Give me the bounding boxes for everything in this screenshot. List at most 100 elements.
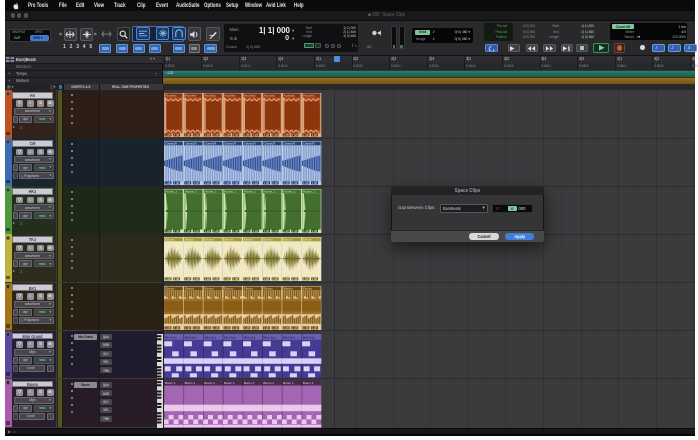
svg-text:Mini Gra: Mini Gra — [303, 335, 315, 339]
svg-text:Acoustic: Acoustic — [303, 94, 315, 98]
svg-text:Electro: Electro — [264, 286, 274, 290]
svg-text:1 dB: 1 dB — [194, 133, 200, 137]
svg-text:Electro: Electro — [204, 286, 214, 290]
svg-text:Electro: Electro — [283, 238, 293, 242]
svg-text:1 dB: 1 dB — [292, 181, 298, 185]
svg-text:House_1: House_1 — [283, 190, 295, 194]
svg-text:House_1: House_1 — [204, 190, 216, 194]
svg-text:1 dB: 1 dB — [264, 229, 270, 233]
svg-text:1 dB: 1 dB — [205, 229, 211, 233]
svg-text:1 dB: 1 dB — [303, 277, 309, 281]
svg-text:Boom 1: Boom 1 — [263, 381, 274, 385]
svg-text:House_1: House_1 — [264, 190, 276, 194]
svg-text:1 dB: 1 dB — [194, 326, 200, 330]
svg-text:1 dB: 1 dB — [174, 229, 180, 233]
svg-text:Acoustic: Acoustic — [244, 94, 256, 98]
svg-text:House_1: House_1 — [224, 190, 236, 194]
svg-text:ClassicR: ClassicR — [264, 142, 277, 146]
svg-text:Electro: Electro — [244, 238, 254, 242]
svg-text:1 dB: 1 dB — [185, 133, 191, 137]
svg-text:Acoustic: Acoustic — [185, 94, 197, 98]
svg-text:1 dB: 1 dB — [253, 181, 259, 185]
svg-text:ClassicR: ClassicR — [165, 142, 178, 146]
svg-text:Mini Gra: Mini Gra — [204, 335, 216, 339]
svg-text:Electro: Electro — [244, 286, 254, 290]
svg-text:Electro: Electro — [165, 238, 175, 242]
svg-text:1 dB: 1 dB — [312, 133, 318, 137]
svg-text:Electro: Electro — [204, 238, 214, 242]
svg-text:1 dB: 1 dB — [272, 326, 278, 330]
svg-text:1 dB: 1 dB — [292, 326, 298, 330]
svg-text:1 dB: 1 dB — [283, 326, 289, 330]
svg-text:1 dB: 1 dB — [244, 229, 250, 233]
svg-text:1 dB: 1 dB — [253, 133, 259, 137]
svg-text:Boom 1: Boom 1 — [283, 381, 294, 385]
svg-text:1 dB: 1 dB — [244, 181, 250, 185]
svg-text:1 dB: 1 dB — [253, 326, 259, 330]
svg-text:Boom 1: Boom 1 — [185, 381, 196, 385]
svg-text:Acoustic: Acoustic — [165, 94, 177, 98]
svg-text:1 dB: 1 dB — [244, 133, 250, 137]
svg-text:Boom 1: Boom 1 — [165, 381, 176, 385]
svg-text:1 dB: 1 dB — [292, 229, 298, 233]
svg-text:Electro: Electro — [224, 238, 234, 242]
svg-text:ClassicR: ClassicR — [224, 142, 237, 146]
svg-text:Electro: Electro — [303, 238, 313, 242]
svg-text:1 dB: 1 dB — [244, 326, 250, 330]
svg-text:Mini Gra: Mini Gra — [185, 335, 197, 339]
svg-text:1 dB: 1 dB — [205, 277, 211, 281]
svg-text:House_1: House_1 — [165, 190, 177, 194]
svg-text:1 dB: 1 dB — [303, 229, 309, 233]
svg-text:1 dB: 1 dB — [303, 326, 309, 330]
svg-text:1 dB: 1 dB — [233, 181, 239, 185]
svg-text:1 dB: 1 dB — [174, 181, 180, 185]
svg-text:Mini Gra: Mini Gra — [244, 335, 256, 339]
svg-text:1 dB: 1 dB — [233, 277, 239, 281]
svg-text:1 dB: 1 dB — [213, 229, 219, 233]
svg-text:Acoustic: Acoustic — [264, 94, 276, 98]
svg-text:1 dB: 1 dB — [213, 133, 219, 137]
svg-text:1 dB: 1 dB — [165, 133, 171, 137]
svg-text:1 dB: 1 dB — [224, 133, 230, 137]
svg-text:1 dB: 1 dB — [224, 229, 230, 233]
svg-text:1 dB: 1 dB — [303, 133, 309, 137]
svg-text:ClassicR: ClassicR — [244, 142, 257, 146]
svg-text:1 dB: 1 dB — [272, 181, 278, 185]
svg-text:1 dB: 1 dB — [253, 229, 259, 233]
svg-text:Boom 1: Boom 1 — [224, 381, 235, 385]
svg-text:1 dB: 1 dB — [185, 277, 191, 281]
svg-text:1 dB: 1 dB — [312, 181, 318, 185]
svg-text:Electro: Electro — [165, 286, 175, 290]
svg-text:1 dB: 1 dB — [185, 229, 191, 233]
svg-text:Mini Gra: Mini Gra — [165, 335, 177, 339]
svg-text:1 dB: 1 dB — [185, 181, 191, 185]
svg-text:1 dB: 1 dB — [312, 277, 318, 281]
svg-text:Mini Gra: Mini Gra — [224, 335, 236, 339]
svg-text:Acoustic: Acoustic — [283, 94, 295, 98]
svg-text:1 dB: 1 dB — [253, 277, 259, 281]
svg-text:Electro: Electro — [185, 238, 195, 242]
svg-text:1 dB: 1 dB — [233, 229, 239, 233]
svg-text:House_1: House_1 — [303, 190, 315, 194]
svg-text:1 dB: 1 dB — [194, 229, 200, 233]
svg-text:1 dB: 1 dB — [283, 181, 289, 185]
svg-text:Mini Gra: Mini Gra — [263, 335, 275, 339]
svg-text:Mini Gra: Mini Gra — [283, 335, 295, 339]
svg-text:1 dB: 1 dB — [272, 229, 278, 233]
svg-text:Acoustic: Acoustic — [205, 94, 217, 98]
svg-text:Electro: Electro — [264, 238, 274, 242]
svg-text:Electro: Electro — [224, 286, 234, 290]
svg-text:1 dB: 1 dB — [264, 181, 270, 185]
svg-text:1 dB: 1 dB — [174, 277, 180, 281]
svg-text:1 dB: 1 dB — [194, 277, 200, 281]
svg-text:Acoustic: Acoustic — [224, 94, 236, 98]
svg-text:1 dB: 1 dB — [264, 326, 270, 330]
svg-text:1 dB: 1 dB — [292, 277, 298, 281]
svg-text:1 dB: 1 dB — [224, 277, 230, 281]
svg-text:1 dB: 1 dB — [244, 277, 250, 281]
svg-text:1 dB: 1 dB — [205, 133, 211, 137]
svg-text:1 dB: 1 dB — [283, 277, 289, 281]
svg-text:1 dB: 1 dB — [272, 277, 278, 281]
svg-text:ClassicR: ClassicR — [204, 142, 217, 146]
svg-text:Boom 1: Boom 1 — [303, 381, 314, 385]
